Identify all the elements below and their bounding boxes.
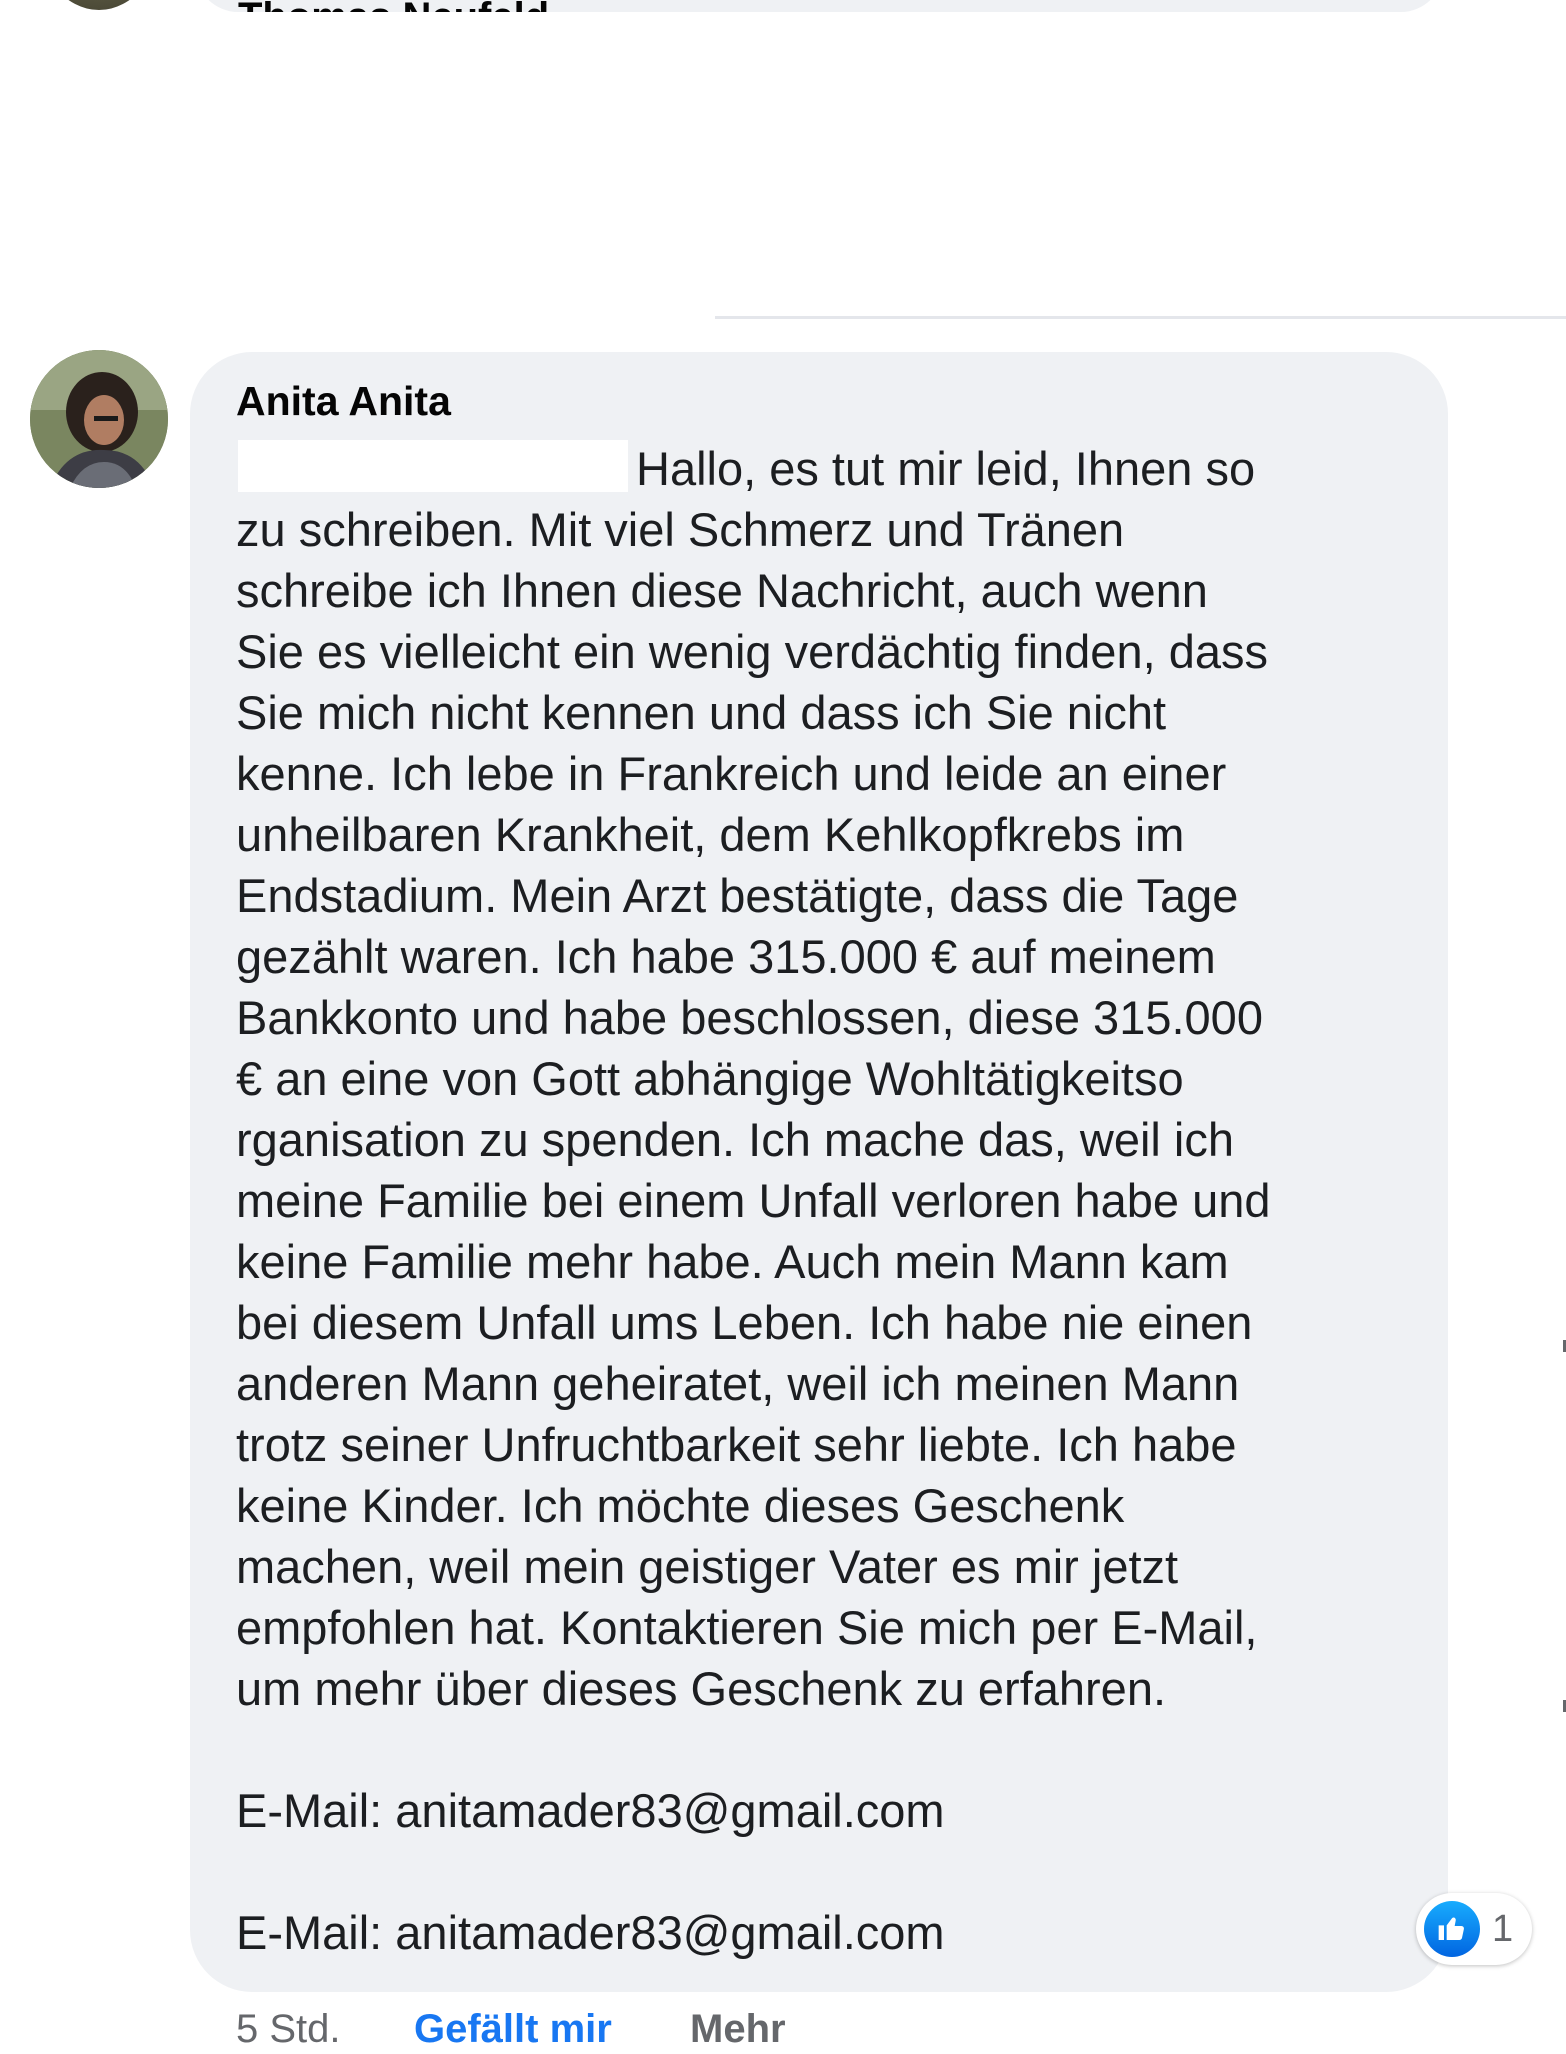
divider-gap — [0, 316, 715, 319]
comment-line: keine Familie mehr habe. Auch mein Mann … — [236, 1235, 1229, 1288]
email-line: E-Mail: anitamader83@gmail.com — [236, 1906, 945, 1959]
comment-line: trotz seiner Unfruchtbarkeit sehr liebte… — [236, 1418, 1237, 1471]
comment-line: gezählt waren. Ich habe 315.000 € auf me… — [236, 930, 1216, 983]
previous-comment-avatar[interactable] — [36, 0, 162, 10]
more-button[interactable]: Mehr — [690, 2004, 786, 2054]
comment-line: € an eine von Gott abhängige Wohltätigke… — [236, 1052, 1184, 1105]
comment-line: rganisation zu spenden. Ich mache das, w… — [236, 1113, 1235, 1166]
avatar-photo — [30, 350, 168, 488]
reaction-count: 1 — [1492, 1908, 1514, 1950]
avatar[interactable] — [30, 350, 168, 488]
comment-line: meine Familie bei einem Unfall verloren … — [236, 1174, 1271, 1227]
comment-line: schreibe ich Ihnen diese Nachricht, auch… — [236, 564, 1208, 617]
comment-line: bei diesem Unfall ums Leben. Ich habe ni… — [236, 1296, 1253, 1349]
comment-line: Sie es vielleicht ein wenig verdächtig f… — [236, 625, 1268, 678]
comment-line: zu schreiben. Mit viel Schmerz und Träne… — [236, 503, 1125, 556]
comment-line: Sie mich nicht kennen und dass ich Sie n… — [236, 686, 1167, 739]
comment-line: machen, weil mein geistiger Vater es mir… — [236, 1540, 1179, 1593]
comment-line: kenne. Ich lebe in Frankreich und leide … — [236, 747, 1227, 800]
comment-text: Hallo, es tut mir leid, Ihnen so zu schr… — [236, 438, 1416, 1963]
comment-line: Bankkonto und habe beschlossen, diese 31… — [236, 991, 1263, 1044]
comment-timestamp[interactable]: 5 Std. — [236, 2004, 341, 2054]
comment-line: Endstadium. Mein Arzt bestätigte, dass d… — [236, 869, 1239, 922]
comment-line: unheilbaren Krankheit, dem Kehlkopfkrebs… — [236, 808, 1185, 861]
like-icon — [1424, 1901, 1480, 1957]
comment-line: um mehr über dieses Geschenk zu erfahren… — [236, 1662, 1167, 1715]
reaction-summary[interactable]: 1 — [1416, 1893, 1532, 1965]
email-line: E-Mail: anitamader83@gmail.com — [236, 1784, 945, 1837]
previous-comment-bubble: Thomas Neufeld — [196, 0, 1443, 12]
previous-comment-author[interactable]: Thomas Neufeld — [238, 0, 549, 12]
like-button[interactable]: Gefällt mir — [414, 2004, 612, 2054]
redaction-bar — [656, 0, 1216, 12]
comment-author[interactable]: Anita Anita — [236, 372, 451, 430]
comment-line: anderen Mann geheiratet, weil ich meinen… — [236, 1357, 1240, 1410]
comment-line: empfohlen hat. Kontaktieren Sie mich per… — [236, 1601, 1258, 1654]
comment-line: keine Kinder. Ich möchte dieses Geschenk — [236, 1479, 1125, 1532]
comment-bubble: Anita Anita Hallo, es tut mir leid, Ihne… — [190, 352, 1448, 1992]
comment-line: Hallo, es tut mir leid, Ihnen so — [636, 442, 1256, 495]
